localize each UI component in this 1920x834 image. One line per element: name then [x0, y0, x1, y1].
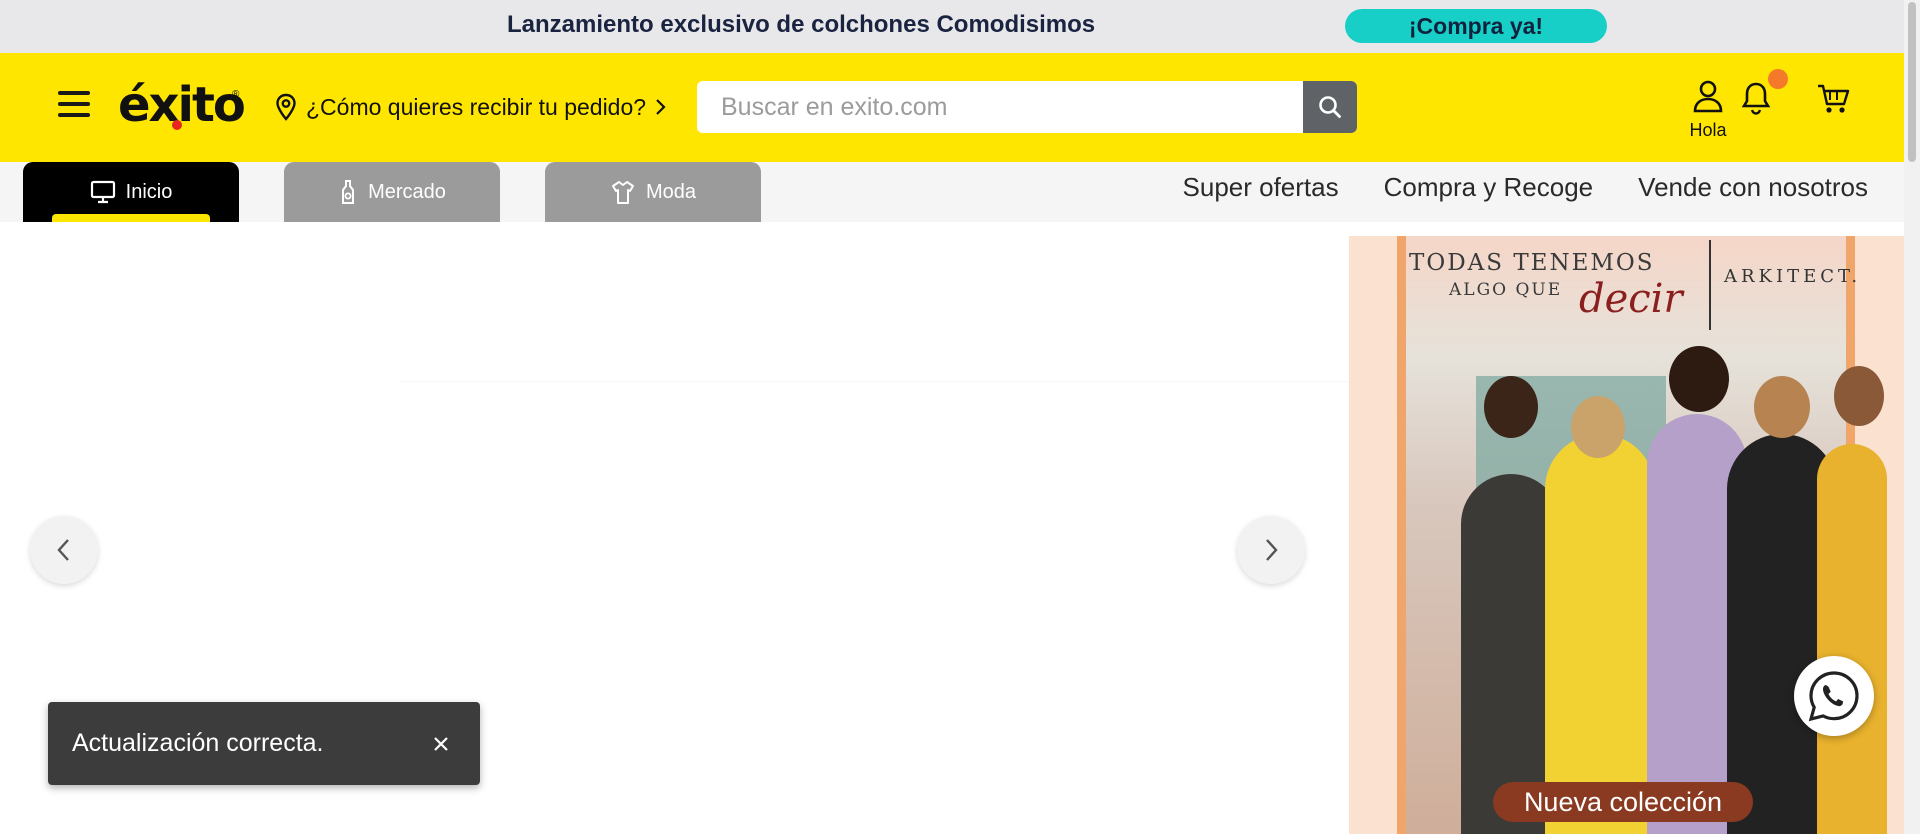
chevron-right-icon: [1266, 539, 1278, 561]
account-label: Hola: [1689, 120, 1727, 140]
search-box: [697, 81, 1357, 133]
promo-text: Lanzamiento exclusivo de colchones Comod…: [507, 11, 1096, 38]
chevron-left-icon: [57, 539, 69, 561]
scrollbar-thumb[interactable]: [1908, 2, 1916, 162]
banner-subheadline: ALGO QUE: [1449, 280, 1563, 300]
whatsapp-button[interactable]: [1794, 656, 1874, 736]
bottle-icon: [342, 180, 355, 204]
monitor-icon: [90, 180, 115, 204]
banner-model-head: [1834, 366, 1884, 426]
carousel-next-button[interactable]: [1237, 516, 1305, 584]
tab-label: Moda: [645, 180, 697, 203]
banner-cta[interactable]: Nueva colección: [1493, 782, 1753, 822]
search-input[interactable]: [697, 81, 1303, 133]
cart-button[interactable]: [1816, 82, 1852, 121]
whatsapp-icon: [1808, 671, 1859, 722]
promo-cta-button[interactable]: ¡Compra ya!: [1345, 9, 1607, 43]
banner-model: [1817, 444, 1887, 834]
notifications-button[interactable]: [1740, 80, 1772, 121]
location-pin-icon: [276, 93, 296, 121]
banner-model: [1545, 434, 1655, 834]
banner-headline: TODAS TENEMOS: [1409, 250, 1655, 276]
delivery-selector[interactable]: ¿Cómo quieres recibir tu pedido?: [274, 93, 668, 121]
loading-placeholder: [400, 222, 1350, 382]
tab-label: Inicio: [125, 180, 173, 203]
promo-bar: Lanzamiento exclusivo de colchones Comod…: [0, 0, 1904, 53]
nav-link-super-ofertas[interactable]: Super ofertas: [1183, 172, 1339, 203]
chevron-right-icon: [656, 99, 666, 115]
banner-model-head: [1754, 376, 1810, 438]
banner-divider: [1709, 240, 1711, 330]
tab-moda[interactable]: Moda: [545, 162, 761, 222]
delivery-label: ¿Cómo quieres recibir tu pedido?: [306, 93, 647, 120]
tab-label: Mercado: [368, 180, 446, 203]
toast-notification: Actualización correcta.: [48, 702, 480, 785]
banner-brand: ARKITECT.: [1724, 266, 1862, 287]
banner-model-head: [1669, 346, 1729, 412]
nav-link-vende-con-nosotros[interactable]: Vende con nosotros: [1638, 172, 1868, 203]
banner-model-head: [1571, 396, 1625, 458]
active-tab-indicator: [52, 214, 210, 222]
cart-icon: [1818, 84, 1850, 113]
user-icon: [1693, 80, 1723, 113]
carousel-prev-button[interactable]: [30, 516, 98, 584]
notification-badge: [1768, 69, 1788, 89]
banner-script-text: decir: [1579, 276, 1683, 322]
vertical-scrollbar[interactable]: [1904, 0, 1920, 834]
promo-banner[interactable]: TODAS TENEMOS ALGO QUE decir ARKITECT. N…: [1349, 236, 1904, 834]
secondary-nav: Super ofertas Compra y Recoge Vende con …: [1183, 172, 1868, 203]
search-icon: [1319, 96, 1341, 118]
tab-inicio[interactable]: Inicio: [23, 162, 239, 222]
toast-message: Actualización correcta.: [72, 729, 324, 757]
nav-link-compra-y-recoge[interactable]: Compra y Recoge: [1384, 172, 1594, 203]
nav-bar: Inicio Mercado Moda Super ofertas Compra…: [0, 162, 1904, 222]
banner-model-head: [1484, 376, 1538, 438]
shirt-icon: [611, 181, 634, 204]
search-button[interactable]: [1303, 81, 1357, 133]
logo-registered-mark: ®: [232, 89, 240, 100]
page: Lanzamiento exclusivo de colchones Comod…: [0, 0, 1920, 834]
header: éxito ® ¿Cómo quieres recibir tu pedido?: [0, 53, 1904, 162]
hamburger-menu-icon[interactable]: [58, 91, 90, 119]
account-button[interactable]: Hola: [1686, 79, 1730, 141]
bell-icon: [1741, 82, 1771, 115]
close-icon[interactable]: [430, 733, 452, 755]
tab-mercado[interactable]: Mercado: [284, 162, 500, 222]
logo-dot: [172, 120, 182, 130]
